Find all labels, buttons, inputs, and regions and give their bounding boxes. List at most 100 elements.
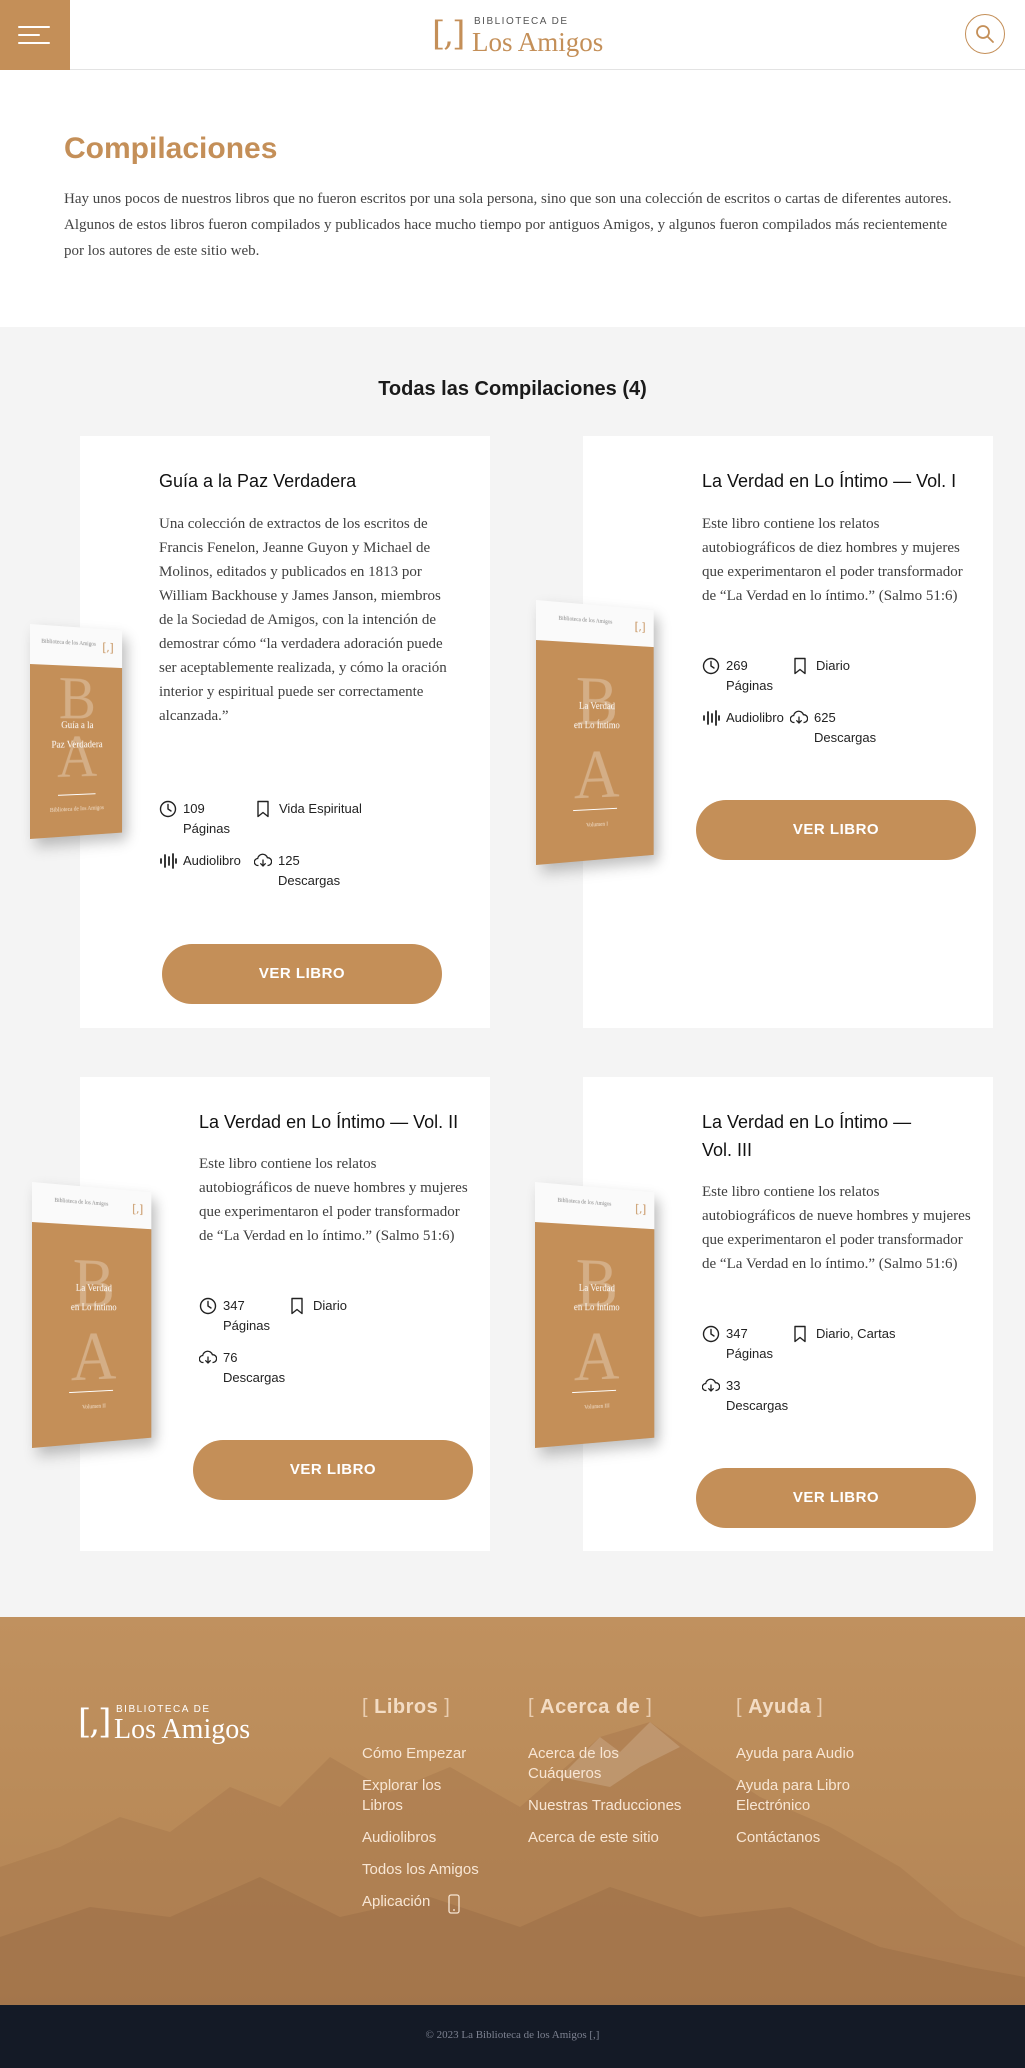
- cover-monogram: BA: [574, 661, 620, 814]
- audiobook-label: Audiolibro: [183, 853, 241, 868]
- view-book-button[interactable]: VER LIBRO: [193, 1440, 473, 1500]
- copyright-text: © 2023 La Biblioteca de los Amigos [,]: [425, 2029, 600, 2041]
- book-downloads: 76 Descargas: [199, 1348, 299, 1390]
- cover-publisher: Biblioteca de los Amigos: [54, 1197, 109, 1208]
- book-audiobook: Audiolibro: [159, 851, 259, 871]
- book-description: Este libro contiene los relatos autobiog…: [702, 1184, 971, 1272]
- page-intro-text: Hay unos pocos de nuestros libros que no…: [64, 191, 952, 259]
- book-description: Este libro contiene los relatos autobiog…: [702, 516, 963, 604]
- cover-logo-mark: [,]: [634, 619, 646, 634]
- cover-title: La Verdad en Lo Íntimo: [70, 1282, 117, 1314]
- downloads-count: 33 Descargas: [726, 1378, 789, 1413]
- cover-logo-mark: [,]: [635, 1201, 647, 1216]
- cloud-download-icon: [790, 710, 808, 724]
- book-downloads: 625 Descargas: [790, 708, 890, 750]
- book-cover[interactable]: Biblioteca de los Amigos [,] BA La Verda…: [536, 600, 654, 865]
- cover-title: La Verdad en Lo Íntimo: [573, 700, 620, 732]
- book-cover[interactable]: Biblioteca de los Amigos [,] BA Guía a l…: [30, 624, 123, 839]
- book-pages: 347 Páginas: [199, 1296, 299, 1338]
- footer-link-todos-amigos[interactable]: Todos los Amigos: [362, 1860, 532, 1880]
- book-pages: 347 Páginas: [702, 1324, 802, 1366]
- search-icon: [976, 25, 994, 43]
- cover-bottom-text: Volumen II: [82, 1403, 106, 1411]
- footer-logo-bracket: [,]: [78, 1702, 111, 1742]
- cover-bottom-text: Volumen III: [584, 1403, 610, 1411]
- menu-icon-line: [18, 34, 40, 36]
- book-title[interactable]: Guía a la Paz Verdadera: [159, 467, 459, 495]
- footer-logo[interactable]: [,] BIBLIOTECA DE Los Amigos: [78, 1702, 278, 1752]
- page-title: Compilaciones: [64, 132, 278, 165]
- pages-count: 109 Páginas: [183, 801, 230, 836]
- book-tag: Diario: [289, 1296, 419, 1316]
- cover-monogram: BA: [70, 1243, 117, 1396]
- clock-icon: [199, 1297, 217, 1315]
- footer-link-como-empezar[interactable]: Cómo Empezar: [362, 1744, 522, 1764]
- site-header: [,] BIBLIOTECA DE Los Amigos: [0, 0, 1025, 70]
- book-pages: 269 Páginas: [702, 656, 802, 698]
- site-footer: [,] BIBLIOTECA DE Los Amigos [ Libros ] …: [0, 1617, 1025, 2005]
- tag-label: Diario: [313, 1298, 347, 1313]
- cover-logo-mark: [,]: [102, 640, 114, 655]
- cover-top-band: Biblioteca de los Amigos [,]: [30, 624, 123, 669]
- clock-icon: [702, 1325, 720, 1343]
- book-audiobook: Audiolibro: [702, 708, 802, 728]
- book-cover[interactable]: Biblioteca de los Amigos [,] BA La Verda…: [535, 1182, 655, 1448]
- footer-column-title-acerca: [ Acerca de ]: [528, 1696, 653, 1718]
- book-description: Este libro contiene los relatos autobiog…: [199, 1156, 468, 1244]
- book-cover[interactable]: Biblioteca de los Amigos [,] BA La Verda…: [32, 1182, 152, 1448]
- footer-column-title-ayuda: [ Ayuda ]: [736, 1696, 824, 1718]
- book-title[interactable]: La Verdad en Lo Íntimo — Vol. III: [702, 1108, 932, 1164]
- tag-label: Diario, Cartas: [816, 1326, 896, 1341]
- book-tag: Diario: [792, 656, 922, 676]
- book-title[interactable]: La Verdad en Lo Íntimo — Vol. II: [199, 1108, 489, 1136]
- cover-title: La Verdad en Lo Íntimo: [573, 1282, 620, 1314]
- book-title[interactable]: La Verdad en Lo Íntimo — Vol. I: [702, 467, 982, 495]
- footer-link-ayuda-audio[interactable]: Ayuda para Audio: [736, 1744, 896, 1764]
- footer-link-contacto[interactable]: Contáctanos: [736, 1828, 896, 1848]
- bookmark-icon: [257, 800, 269, 818]
- book-downloads: 125 Descargas: [254, 851, 354, 893]
- cover-bottom-text: Volumen I: [586, 821, 609, 829]
- copyright-bar: © 2023 La Biblioteca de los Amigos [,]: [0, 2005, 1025, 2068]
- book-tag: Vida Espiritual: [255, 799, 385, 819]
- clock-icon: [159, 800, 177, 818]
- site-logo[interactable]: [,] BIBLIOTECA DE Los Amigos: [432, 14, 632, 58]
- menu-button[interactable]: [0, 0, 70, 70]
- search-button[interactable]: [965, 14, 1005, 54]
- view-book-button[interactable]: VER LIBRO: [696, 800, 976, 860]
- cover-title: Guía a la Paz Verdadera: [51, 720, 103, 751]
- downloads-count: 76 Descargas: [223, 1350, 286, 1385]
- cloud-download-icon: [702, 1378, 720, 1392]
- footer-link-aplicacion[interactable]: Aplicación: [362, 1892, 482, 1914]
- menu-icon-line: [18, 42, 50, 44]
- clock-icon: [702, 657, 720, 675]
- cover-monogram: BA: [573, 1243, 620, 1396]
- book-pages: 109 Páginas: [159, 799, 259, 841]
- view-book-button[interactable]: VER LIBRO: [162, 944, 442, 1004]
- footer-link-audiolibros[interactable]: Audiolibros: [362, 1828, 522, 1848]
- bookmark-icon: [794, 1325, 806, 1343]
- bookmark-icon: [794, 657, 806, 675]
- book-downloads: 33 Descargas: [702, 1376, 802, 1418]
- footer-link-acerca-cuaqueros[interactable]: Acerca de los Cuáqueros: [528, 1744, 648, 1784]
- collection-heading: Todas las Compilaciones (4): [378, 378, 647, 400]
- footer-column-title-libros: [ Libros ]: [362, 1696, 451, 1718]
- footer-link-ayuda-ebook[interactable]: Ayuda para Libro Electrónico: [736, 1776, 876, 1816]
- audio-icon: [703, 710, 720, 726]
- cover-bottom-text: Biblioteca de los Amigos: [49, 805, 105, 814]
- footer-link-acerca-sitio[interactable]: Acerca de este sitio: [528, 1828, 718, 1848]
- cover-rule: [58, 793, 96, 796]
- cloud-download-icon: [199, 1350, 217, 1364]
- footer-link-explorar-libros[interactable]: Explorar los Libros: [362, 1776, 472, 1816]
- audio-icon: [160, 853, 177, 869]
- tag-label: Diario: [816, 658, 850, 673]
- book-description: Una colección de extractos de los escrit…: [159, 516, 447, 724]
- cover-publisher: Biblioteca de los Amigos: [557, 1197, 612, 1208]
- logo-bracket: [,]: [432, 14, 465, 54]
- view-book-button[interactable]: VER LIBRO: [696, 1468, 976, 1528]
- cloud-download-icon: [254, 853, 272, 867]
- book-tag: Diario, Cartas: [792, 1324, 942, 1344]
- tag-label: Vida Espiritual: [279, 801, 362, 816]
- menu-icon-line: [18, 26, 50, 28]
- footer-link-traducciones[interactable]: Nuestras Traducciones: [528, 1796, 718, 1816]
